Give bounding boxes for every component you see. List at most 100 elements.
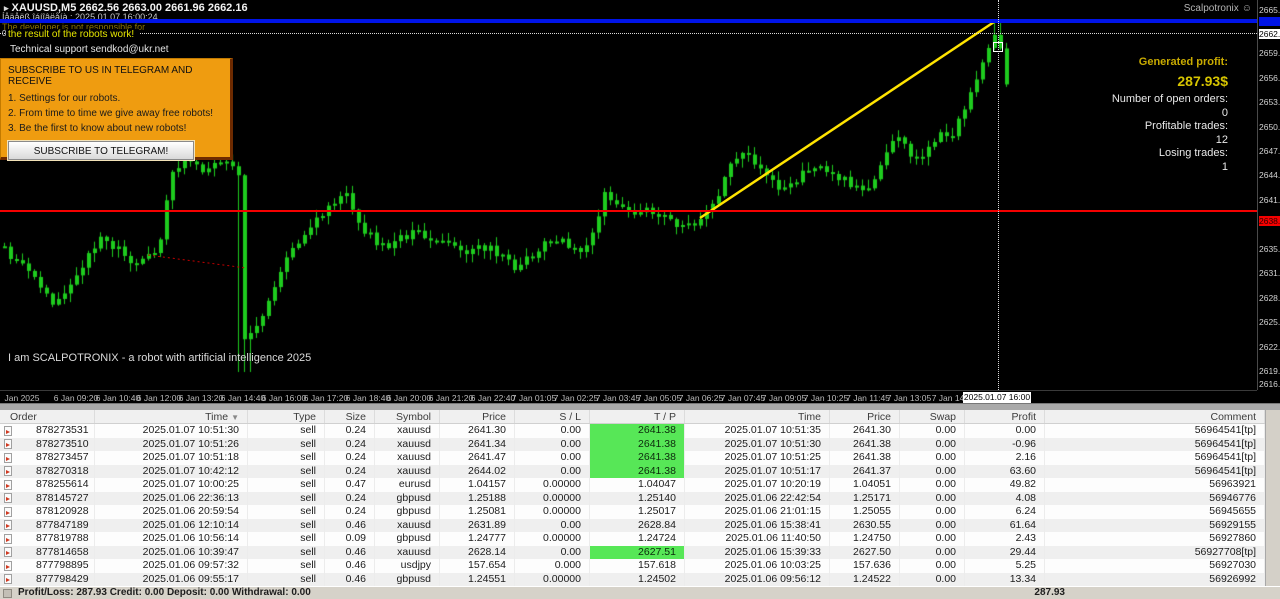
crosshair-vertical-line — [998, 0, 999, 390]
blue-price-tick — [1259, 17, 1280, 26]
table-row[interactable]: 878255614 2025.01.07 10:00:25sell0.47 eu… — [0, 478, 1265, 492]
red-dotted-segment — [148, 255, 246, 268]
stat-open-orders-value: 0 — [1222, 107, 1228, 121]
price-tick: 2647.4 — [1259, 146, 1280, 156]
table-header-row: OrderTime▼TypeSizeSymbolPriceS / LT / PT… — [0, 410, 1265, 424]
price-tick: 2653.5 — [1259, 97, 1280, 107]
time-tick: 6 Jan 10:40 — [96, 393, 140, 403]
time-tick: 7 Jan 13:05 — [887, 393, 931, 403]
price-tick: 2656.6 — [1259, 73, 1280, 83]
column-header-size[interactable]: Size — [325, 410, 375, 423]
column-header-order[interactable]: Order — [0, 410, 95, 423]
crosshair-time-label: 2025.01.07 16:00 — [963, 392, 1031, 403]
price-tick: 2628.8 — [1259, 293, 1280, 303]
red-horizontal-level-line — [0, 210, 1257, 212]
column-header-time-close[interactable]: Time — [685, 410, 830, 423]
order-icon — [4, 574, 12, 584]
time-tick: Jan 2025 — [5, 393, 40, 403]
trade-history-table: OrderTime▼TypeSizeSymbolPriceS / LT / PT… — [0, 410, 1280, 586]
order-icon — [4, 480, 12, 490]
time-tick: 7 Jan 09:05 — [762, 393, 806, 403]
price-axis[interactable]: 2665.9 2662.2 2659.7 2656.6 2653.5 2650.4 2647… — [1257, 0, 1280, 390]
table-row[interactable]: 878145727 2025.01.06 22:36:13sell0.24 gb… — [0, 492, 1265, 506]
time-tick: 6 Jan 18:40 — [346, 393, 390, 403]
stat-generated-profit-label: Generated profit: — [1139, 56, 1228, 69]
time-tick: 6 Jan 21:20 — [429, 393, 473, 403]
table-row[interactable]: 877819788 2025.01.06 10:56:14sell0.09 gb… — [0, 532, 1265, 546]
order-icon — [4, 493, 12, 503]
time-tick: 6 Jan 22:40 — [471, 393, 515, 403]
column-header-price-close[interactable]: Price — [830, 410, 900, 423]
ea-brand-label: Scalpotronix☺ — [1184, 3, 1252, 14]
order-icon — [4, 426, 12, 436]
column-header-swap-close[interactable]: Swap — [900, 410, 965, 423]
time-tick: 6 Jan 09:20 — [54, 393, 98, 403]
time-tick: 7 Jan 14 — [932, 393, 965, 403]
yellow-trendline — [700, 20, 997, 218]
price-tick: 2635.0 — [1259, 244, 1280, 254]
status-profit-summary: Profit/Loss: 287.93 Credit: 0.00 Deposit… — [18, 587, 311, 599]
stat-profitable-trades-label: Profitable trades: — [1145, 120, 1228, 134]
telegram-promo-item-2: 2. From time to time we give away free r… — [8, 108, 224, 119]
price-tick: 2659.7 — [1259, 48, 1280, 58]
column-header-tp[interactable]: T / P — [590, 410, 685, 423]
order-icon — [4, 561, 12, 571]
time-tick: 7 Jan 06:25 — [679, 393, 723, 403]
bid-price-blue-line — [0, 19, 1257, 23]
status-grip-icon — [3, 589, 12, 598]
order-icon — [4, 547, 12, 557]
stat-losing-trades-value: 1 — [1222, 161, 1228, 175]
table-row[interactable]: 877798429 2025.01.06 09:55:17sell0.46 gb… — [0, 573, 1265, 587]
table-scrollbar[interactable] — [1265, 410, 1280, 586]
table-row[interactable]: 878273457 2025.01.07 10:51:18sell0.24 xa… — [0, 451, 1265, 465]
column-header-time[interactable]: Time▼ — [95, 410, 248, 423]
table-row[interactable]: 878273510 2025.01.07 10:51:26sell0.24 xa… — [0, 438, 1265, 452]
column-header-sl[interactable]: S / L — [515, 410, 590, 423]
table-row[interactable]: 877814658 2025.01.06 10:39:47sell0.46 xa… — [0, 546, 1265, 560]
time-axis[interactable]: 2025.01.07 16:00 Jan 20256 Jan 09:206 Ja… — [0, 390, 1257, 403]
time-tick: 7 Jan 05:05 — [637, 393, 681, 403]
price-tick: 2616.5 — [1259, 379, 1280, 389]
column-header-symbol[interactable]: Symbol — [375, 410, 440, 423]
time-tick: 6 Jan 12:00 — [137, 393, 181, 403]
table-row[interactable]: 877798895 2025.01.06 09:57:32sell0.46 us… — [0, 559, 1265, 573]
time-tick: 7 Jan 01:05 — [512, 393, 556, 403]
price-tick: 2631.9 — [1259, 268, 1280, 278]
time-tick: 6 Jan 20:00 — [387, 393, 431, 403]
table-row[interactable]: 878273531 2025.01.07 10:51:30sell0.24 xa… — [0, 424, 1265, 438]
table-row[interactable]: 878120928 2025.01.06 20:59:54sell0.24 gb… — [0, 505, 1265, 519]
price-tick: 2644.3 — [1259, 170, 1280, 180]
panel-splitter[interactable] — [0, 403, 1280, 410]
price-tick: 2665.9 — [1259, 5, 1280, 15]
column-header-type[interactable]: Type — [248, 410, 325, 423]
time-tick: 6 Jan 14:40 — [221, 393, 265, 403]
table-row[interactable]: 877847189 2025.01.06 12:10:14sell0.46 xa… — [0, 519, 1265, 533]
column-header-price[interactable]: Price — [440, 410, 515, 423]
telegram-promo-box: SUBSCRIBE TO US IN TELEGRAM AND RECEIVE … — [0, 58, 233, 160]
chart-collapse-icon[interactable]: ▸ — [4, 3, 9, 13]
sort-icon: ▼ — [231, 413, 239, 422]
column-header-comment-close[interactable]: Comment — [1045, 410, 1265, 423]
order-icon — [4, 534, 12, 544]
order-icon — [4, 507, 12, 517]
time-tick: 7 Jan 11:45 — [846, 393, 890, 403]
time-tick: 6 Jan 17:20 — [304, 393, 348, 403]
column-header-profit-close[interactable]: Profit — [965, 410, 1045, 423]
chart-panel[interactable]: ▸XAUUSD,M5 2662.56 2663.00 2661.96 2662.… — [0, 0, 1280, 403]
time-tick: 7 Jan 02:25 — [554, 393, 598, 403]
crosshair-horizontal-line — [0, 33, 1257, 34]
red-price-tick: 2638.1 — [1259, 216, 1280, 226]
ea-support-line: Technical support sendkod@ukr.net — [10, 44, 169, 55]
telegram-promo-item-3: 3. Be the first to know about new robots… — [8, 123, 224, 134]
stat-open-orders-label: Number of open orders: — [1112, 93, 1228, 107]
stat-profitable-trades-value: 12 — [1216, 134, 1228, 148]
price-tick: 2641.2 — [1259, 195, 1280, 205]
ea-watermark: I am SCALPOTRONIX - a robot with artific… — [8, 352, 311, 364]
white-price-tick: 2662.2 — [1259, 29, 1280, 39]
table-row[interactable]: 878270318 2025.01.07 10:42:12sell0.24 xa… — [0, 465, 1265, 479]
table-body: 878273531 2025.01.07 10:51:30sell0.24 xa… — [0, 424, 1280, 586]
order-icon — [4, 453, 12, 463]
order-icon — [4, 439, 12, 449]
price-tick: 2650.4 — [1259, 122, 1280, 132]
subscribe-telegram-button[interactable]: SUBSCRIBE TO TELEGRAM! — [8, 141, 194, 160]
